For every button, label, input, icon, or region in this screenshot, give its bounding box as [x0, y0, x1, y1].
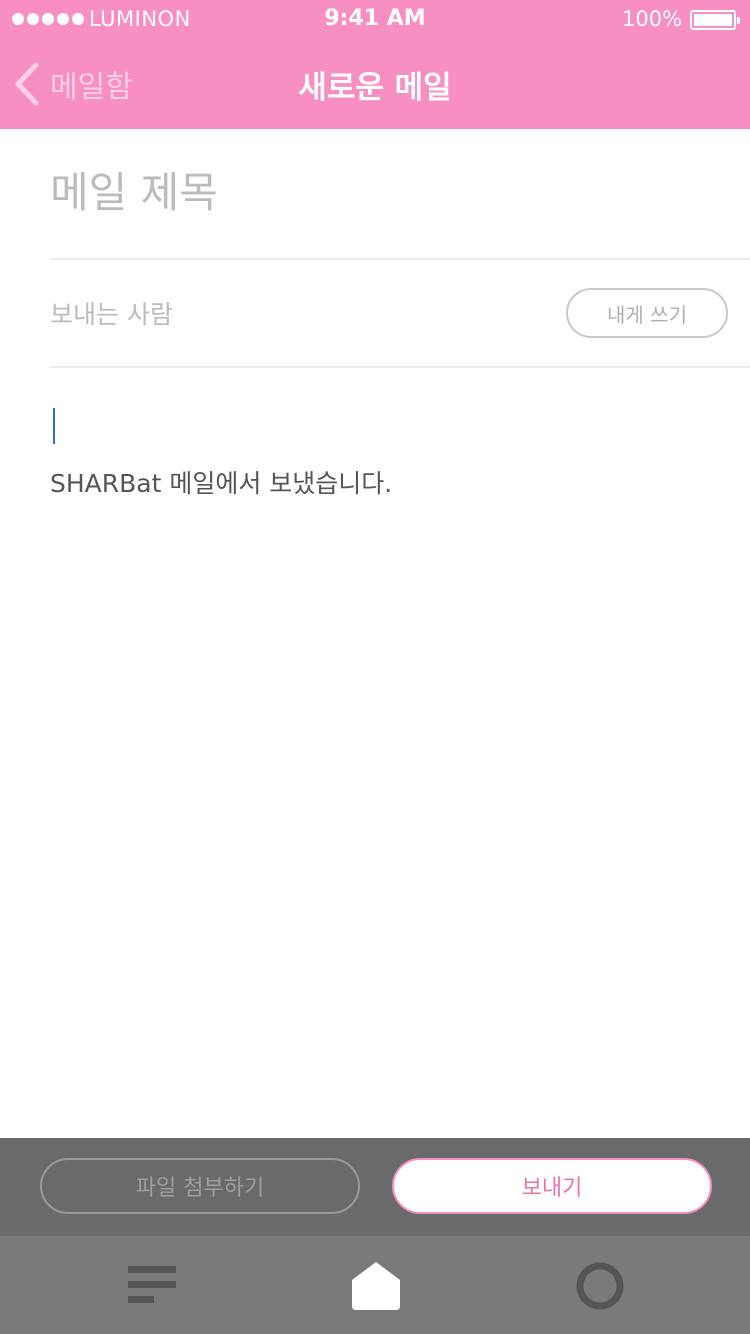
menu-lines-icon [128, 1266, 176, 1303]
tab-menu[interactable] [126, 1260, 178, 1312]
battery-percentage: 100% [622, 7, 683, 31]
subject-row [50, 130, 750, 260]
status-bar: LUMINON 9:41 AM 100% [0, 0, 750, 40]
page-title: 새로운 메일 [298, 70, 452, 106]
text-cursor [53, 408, 55, 444]
tab-bar [0, 1236, 750, 1334]
home-icon [352, 1262, 400, 1310]
subject-input[interactable] [50, 164, 730, 220]
compose-screen: LUMINON 9:41 AM 100% 메일함 새로운 메일 내게 쓰기 SH… [0, 0, 750, 1334]
mail-signature: SHARBat 메일에서 보냈습니다. [50, 469, 393, 498]
sender-input[interactable] [50, 294, 530, 334]
circle-icon [576, 1262, 624, 1310]
send-button[interactable]: 보내기 [392, 1158, 712, 1214]
header: LUMINON 9:41 AM 100% 메일함 새로운 메일 [0, 0, 750, 129]
battery-icon [690, 10, 740, 30]
action-bar: 파일 첨부하기 보내기 [0, 1138, 750, 1236]
tab-circle[interactable] [574, 1260, 626, 1312]
sender-row: 내게 쓰기 [50, 260, 750, 368]
attach-file-button[interactable]: 파일 첨부하기 [40, 1158, 360, 1214]
mail-body-editor[interactable]: SHARBat 메일에서 보냈습니다. [50, 370, 730, 1130]
write-to-self-button[interactable]: 내게 쓰기 [566, 288, 728, 338]
tab-home[interactable] [350, 1260, 402, 1312]
